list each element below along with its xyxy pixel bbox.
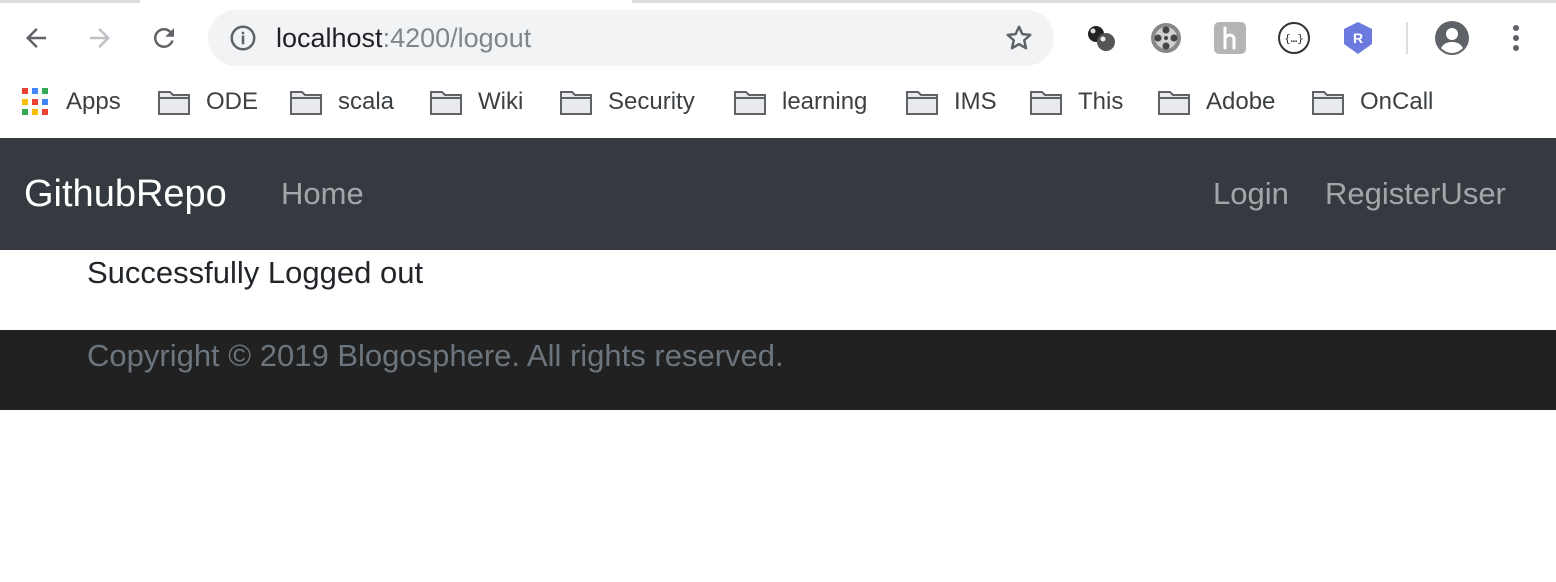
bookmark-label: Wiki [478, 88, 524, 115]
tab-strip-edge [632, 0, 1556, 3]
bookmark-folder-scala[interactable]: scala [290, 84, 394, 120]
url-path: :4200/logout [382, 23, 532, 53]
apps-grid-icon [22, 88, 50, 116]
tab-strip-edge [0, 0, 140, 3]
extension-film[interactable] [1148, 20, 1184, 56]
bookmarks-bar: Apps ODE scala Wiki Security learning IM… [0, 76, 1556, 128]
bookmark-folder-security[interactable]: Security [560, 84, 695, 120]
more-vert-icon [1513, 25, 1519, 51]
extension-r[interactable]: R [1340, 20, 1376, 56]
site-footer: Copyright © 2019 Blogosphere. All rights… [0, 330, 1556, 410]
folder-icon [290, 91, 322, 115]
bookmark-star-icon[interactable] [1004, 23, 1034, 53]
bookmark-label: learning [782, 88, 868, 115]
browser-toolbar: localhost:4200/logout {…} R [0, 0, 1556, 76]
address-bar[interactable]: localhost:4200/logout [208, 10, 1054, 66]
bookmark-label: OnCall [1360, 88, 1434, 115]
forward-button[interactable] [80, 18, 120, 58]
hippo-icon [1214, 22, 1246, 54]
bookmark-folder-this[interactable]: This [1030, 84, 1123, 120]
bookmark-label: IMS [954, 88, 997, 115]
nav-link-home[interactable]: Home [281, 138, 364, 250]
bookmark-folder-wiki[interactable]: Wiki [430, 84, 523, 120]
reload-icon [153, 27, 174, 48]
footer-copyright: Copyright © 2019 Blogosphere. All rights… [87, 338, 784, 373]
reload-button[interactable] [144, 18, 184, 58]
folder-icon [906, 91, 938, 115]
navbar-brand[interactable]: GithubRepo [24, 138, 227, 250]
bookmark-label: scala [338, 88, 395, 115]
film-reel-icon [1151, 23, 1181, 53]
browser-chrome: localhost:4200/logout {…} R Apps ODE sca… [0, 0, 1556, 138]
profile-button[interactable] [1434, 20, 1470, 56]
json-braces-icon: {…} [1278, 22, 1310, 54]
url-host: localhost [276, 23, 383, 53]
bookmark-folder-ims[interactable]: IMS [906, 84, 997, 120]
logout-message: Successfully Logged out [87, 255, 424, 290]
folder-icon [1030, 91, 1062, 115]
site-navbar: GithubRepo Home Login RegisterUser [0, 138, 1556, 250]
toolbar-separator [1406, 22, 1408, 54]
extension-json[interactable]: {…} [1276, 20, 1312, 56]
molecule-icon [1088, 26, 1115, 51]
bookmark-label: ODE [206, 88, 259, 115]
bookmark-label: Adobe [1206, 88, 1276, 115]
nav-link-register[interactable]: RegisterUser [1325, 138, 1506, 250]
bookmark-label: This [1078, 88, 1124, 115]
menu-button[interactable] [1498, 20, 1534, 56]
nav-link-login[interactable]: Login [1213, 138, 1289, 250]
forward-arrow-icon [90, 28, 110, 48]
r-shield-icon: R [1344, 22, 1372, 54]
folder-icon [560, 91, 592, 115]
extension-hippo[interactable] [1212, 20, 1248, 56]
bookmark-folder-adobe[interactable]: Adobe [1158, 84, 1275, 120]
bookmark-label: Apps [66, 88, 121, 115]
back-arrow-icon [26, 28, 46, 48]
bookmark-apps[interactable]: Apps [22, 84, 121, 120]
info-icon[interactable] [228, 23, 258, 53]
svg-text:{…}: {…} [1284, 32, 1304, 45]
extension-molecule[interactable] [1084, 20, 1120, 56]
bookmark-folder-ode[interactable]: ODE [158, 84, 258, 120]
folder-icon [158, 91, 190, 115]
folder-icon [430, 91, 462, 115]
url-text[interactable]: localhost:4200/logout [276, 10, 531, 66]
folder-icon [1312, 91, 1344, 115]
bookmark-label: Security [608, 88, 695, 115]
folder-icon [734, 91, 766, 115]
back-button[interactable] [16, 18, 56, 58]
folder-icon [1158, 91, 1190, 115]
bookmark-folder-learning[interactable]: learning [734, 84, 867, 120]
bookmark-folder-oncall[interactable]: OnCall [1312, 84, 1433, 120]
account-circle-icon [1435, 21, 1469, 55]
svg-text:R: R [1353, 30, 1363, 46]
